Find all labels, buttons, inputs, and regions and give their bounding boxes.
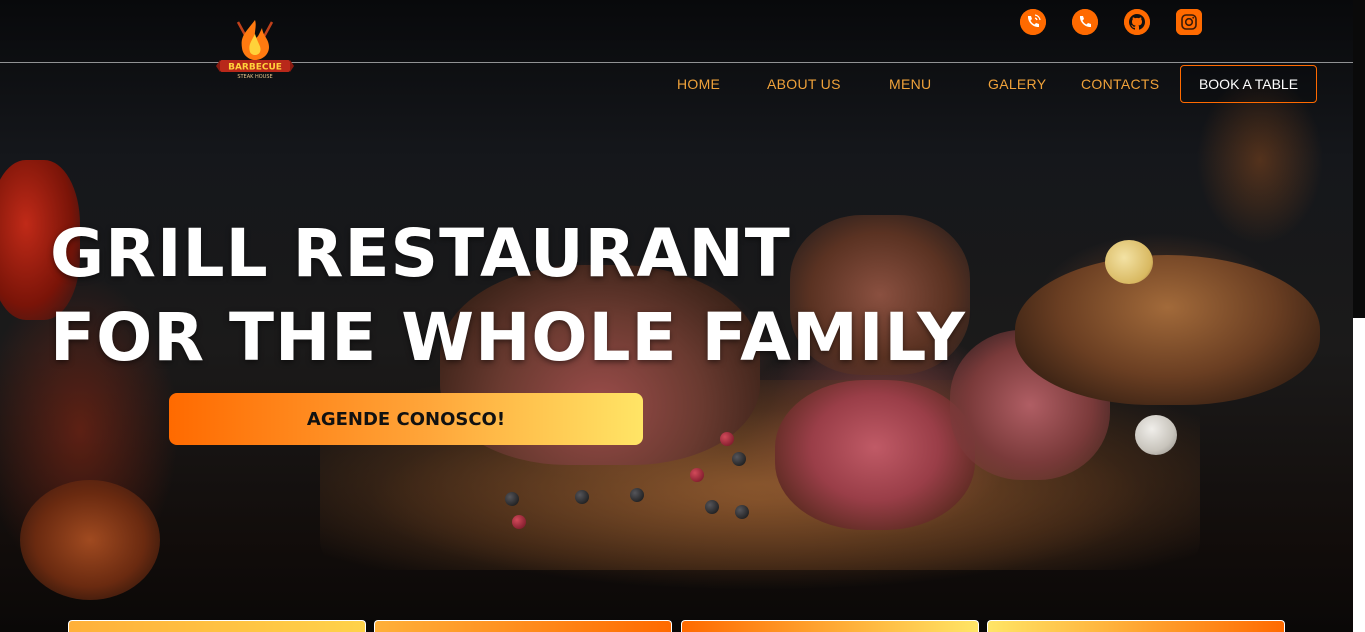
hero-headline-line1: GRILL RESTAURANT: [50, 215, 791, 292]
nav-gallery-link[interactable]: GALERY: [988, 76, 1046, 92]
logo-text: BARBECUE: [228, 63, 282, 73]
peppercorn: [512, 515, 526, 529]
phone-icon[interactable]: [1072, 9, 1098, 35]
steak-slice-image: [775, 380, 975, 530]
nav-contacts-link[interactable]: CONTACTS: [1081, 76, 1159, 92]
peppercorn: [705, 500, 719, 514]
header-divider: [0, 62, 1353, 63]
peppercorn: [505, 492, 519, 506]
instagram-icon[interactable]: [1176, 9, 1202, 35]
nav-about-link[interactable]: ABOUT US: [767, 76, 841, 92]
peppercorn: [735, 505, 749, 519]
spoon-image: [20, 480, 160, 600]
schedule-cta-button[interactable]: AGENDE CONOSCO!: [169, 393, 643, 445]
feature-card[interactable]: [68, 620, 366, 632]
social-links: [1020, 9, 1202, 35]
hero-headline: GRILL RESTAURANT FOR THE WHOLE FAMILY: [50, 212, 966, 380]
peppercorn: [575, 490, 589, 504]
peppercorn: [690, 468, 704, 482]
hero-headline-line2: FOR THE WHOLE FAMILY: [50, 299, 966, 376]
scrollbar-thumb[interactable]: [1353, 318, 1365, 632]
logo-subtext: STEAK HOUSE: [237, 74, 272, 80]
feature-card[interactable]: [681, 620, 979, 632]
peppercorn: [732, 452, 746, 466]
peppercorn: [720, 432, 734, 446]
garlic-image: [1135, 415, 1177, 455]
book-table-button[interactable]: BOOK A TABLE: [1180, 65, 1317, 103]
phone-call-icon[interactable]: [1020, 9, 1046, 35]
github-icon[interactable]: [1124, 9, 1150, 35]
feature-card[interactable]: [987, 620, 1285, 632]
bowl-image: [1015, 255, 1320, 405]
logo[interactable]: BARBECUE STEAK HOUSE: [216, 14, 294, 84]
peppercorn: [630, 488, 644, 502]
nav-menu-link[interactable]: MENU: [889, 76, 931, 92]
nav-home-link[interactable]: HOME: [677, 76, 720, 92]
feature-card[interactable]: [374, 620, 672, 632]
lemon-image: [1105, 240, 1153, 284]
